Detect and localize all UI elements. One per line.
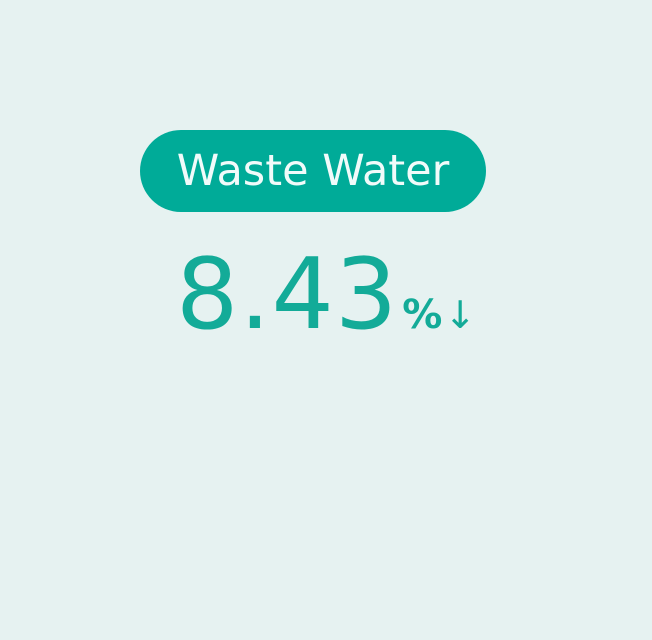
label-pill: Waste Water (140, 130, 486, 212)
stat-label: Waste Water (176, 145, 450, 196)
arrow-down-icon: ↓ (444, 293, 477, 337)
percent-unit: % (402, 292, 443, 338)
stat-card: Waste Water 8.43 % ↓ (0, 0, 652, 640)
stat-value: 8.43 (176, 238, 399, 352)
stat-value-row: 8.43 % ↓ (176, 246, 476, 356)
